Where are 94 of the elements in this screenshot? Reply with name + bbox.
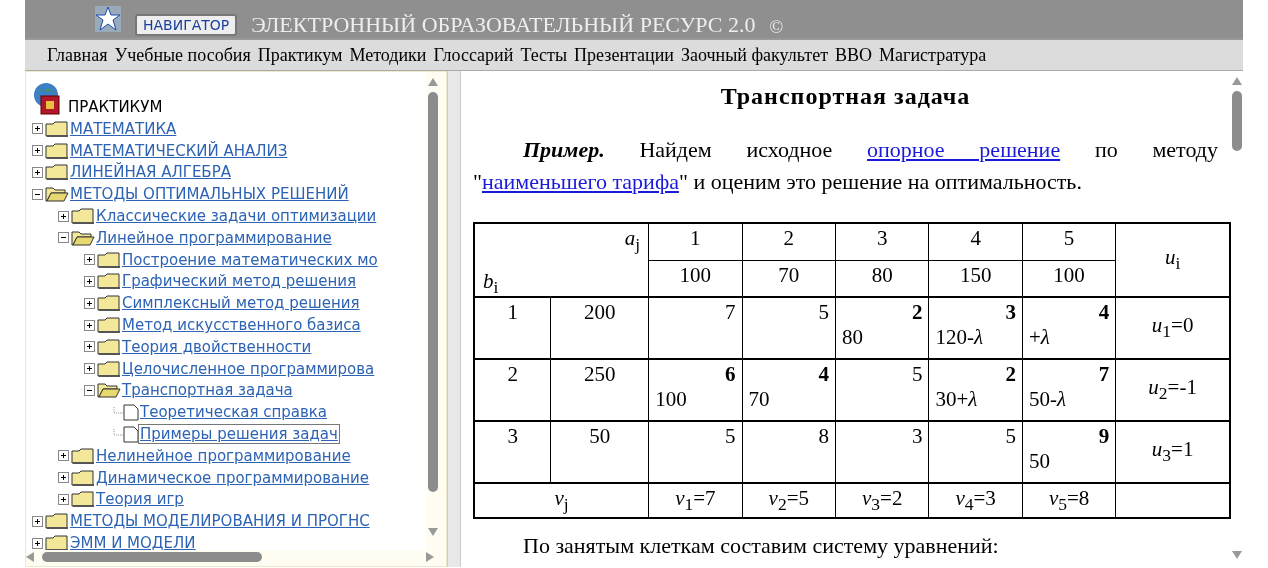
tree-item[interactable]: Теория игр (95, 490, 185, 509)
folder-icon (71, 447, 95, 464)
menu-item[interactable]: Магистратура (879, 44, 987, 66)
tree-item[interactable]: Метод искусственного базиса (121, 316, 362, 335)
folder-icon (97, 273, 121, 290)
folder-icon (97, 360, 121, 377)
folder-icon (97, 338, 121, 355)
table-cell: 2 (742, 223, 836, 260)
folder-icon (97, 251, 121, 268)
menu-item[interactable]: Практикум (257, 44, 343, 66)
scroll-arrow-icon[interactable] (26, 552, 36, 562)
tree-item[interactable]: МАТЕМАТИКА (69, 119, 178, 138)
tree-item[interactable]: Построение математических мо (121, 250, 379, 269)
tree-item[interactable]: ЭММ И МОДЕЛИ (69, 534, 197, 550)
scrollbar-thumb[interactable] (42, 552, 262, 562)
tree-item[interactable]: Целочисленное программирова (121, 359, 376, 378)
collapse-icon[interactable] (84, 384, 95, 396)
scroll-arrow-icon[interactable] (1232, 77, 1242, 87)
tree-item[interactable]: Классические задачи оптимизации (95, 207, 378, 226)
tree-item[interactable]: Примеры решения задач (139, 425, 339, 444)
open-folder-icon (97, 382, 121, 399)
table-cell: 3 (835, 223, 929, 260)
tree-root-label: ПРАКТИКУМ (68, 98, 163, 116)
tree-item[interactable]: МЕТОДЫ МОДЕЛИРОВАНИЯ И ПРОГНС (69, 512, 371, 531)
folder-icon (45, 120, 69, 137)
expand-icon[interactable] (84, 297, 95, 309)
expand-icon[interactable] (58, 210, 69, 222)
table-cell: a$_{j}$ (624, 226, 641, 256)
tree-item[interactable]: Транспортная задача (121, 381, 294, 400)
paragraph: По занятым клеткам составим систему уравнений: (522, 533, 1000, 560)
menu-item[interactable]: Методики (349, 44, 427, 66)
text-link[interactable]: наименьшего тарифа (482, 169, 679, 194)
menu-item[interactable]: Тесты (520, 44, 568, 66)
scroll-arrow-icon[interactable] (426, 552, 436, 562)
site-title: ЭЛЕКТРОННЫЙ ОБРАЗОВАТЕЛЬНЫЙ РЕСУРС 2.0 (251, 12, 756, 38)
scroll-arrow-icon[interactable] (428, 528, 438, 538)
tree-item[interactable]: Теоретическая справка (139, 403, 329, 422)
folder-icon (71, 469, 95, 486)
tree-item[interactable]: Динамическое программирование (95, 468, 371, 487)
scrollbar-thumb[interactable] (1232, 91, 1242, 151)
scroll-arrow-icon[interactable] (428, 78, 438, 88)
expand-icon[interactable] (58, 493, 69, 505)
snowflake-logo-icon (95, 6, 121, 32)
navigator-button[interactable]: НАВИГАТОР (135, 14, 238, 36)
menu-item[interactable]: Главная (47, 44, 108, 66)
menu-item[interactable]: Учебные пособия (114, 44, 251, 66)
tree-item[interactable]: МЕТОДЫ ОПТИМАЛЬНЫХ РЕШЕНИЙ (69, 185, 350, 204)
expand-icon[interactable] (32, 123, 43, 135)
table-cell: 5 (1022, 223, 1116, 260)
scrollbar-thumb[interactable] (428, 92, 438, 492)
menu-item[interactable]: Заочный факультет (681, 44, 829, 66)
scroll-arrow-icon[interactable] (1232, 551, 1242, 561)
tree-item[interactable]: Симплексный метод решения (121, 294, 361, 313)
text-link[interactable]: опорное решение (867, 137, 1061, 162)
menu-item[interactable]: Глоссарий (433, 44, 514, 66)
folder-icon (97, 317, 121, 334)
tree-item[interactable]: Нелинейное программирование (95, 446, 352, 465)
expand-icon[interactable] (84, 275, 95, 287)
tree-item[interactable]: ЛИНЕЙНАЯ АЛГЕБРА (69, 163, 232, 182)
folder-icon (45, 513, 69, 530)
menu-item[interactable]: Презентации (574, 44, 674, 66)
expand-icon[interactable] (58, 450, 69, 462)
collapse-icon[interactable] (32, 188, 43, 200)
page-heading: Транспортная задача (719, 83, 972, 110)
expand-icon[interactable] (32, 537, 43, 549)
folder-icon (45, 142, 69, 159)
table-cell: 1 (648, 223, 743, 260)
expand-icon[interactable] (84, 319, 95, 331)
tree-item[interactable]: Графический метод решения (121, 272, 357, 291)
expand-icon[interactable] (32, 167, 43, 178)
open-folder-icon (45, 186, 69, 203)
expand-icon[interactable] (32, 515, 43, 527)
expand-icon[interactable] (32, 145, 43, 157)
folder-icon (71, 491, 95, 508)
expand-icon[interactable] (84, 363, 95, 375)
menu-item[interactable]: ВВО (835, 44, 873, 66)
tree-item[interactable]: Теория двойственности (121, 337, 313, 356)
table-cell: 4 (928, 223, 1023, 260)
expand-icon[interactable] (84, 254, 95, 266)
tree-item[interactable]: МАТЕМАТИЧЕСКИЙ АНАЛИЗ (69, 141, 289, 160)
collapse-icon[interactable] (58, 232, 69, 244)
page-icon (123, 403, 139, 421)
open-folder-icon (71, 229, 95, 246)
expand-icon[interactable] (84, 341, 95, 353)
intro-paragraph: Пример. Найдем исходное опорное решение по методу "наименьшего тарифа" и оценим это решение на оптимальность. (473, 136, 1218, 196)
folder-icon (97, 295, 121, 312)
page-icon (123, 425, 139, 443)
table-cell: b$_{i}$ (483, 268, 499, 298)
folder-icon (71, 208, 95, 225)
copyright-text: © (769, 17, 784, 38)
folder-icon (45, 164, 69, 181)
tree-item[interactable]: Линейное программирование (95, 228, 333, 247)
expand-icon[interactable] (58, 472, 69, 484)
folder-icon (45, 535, 69, 550)
